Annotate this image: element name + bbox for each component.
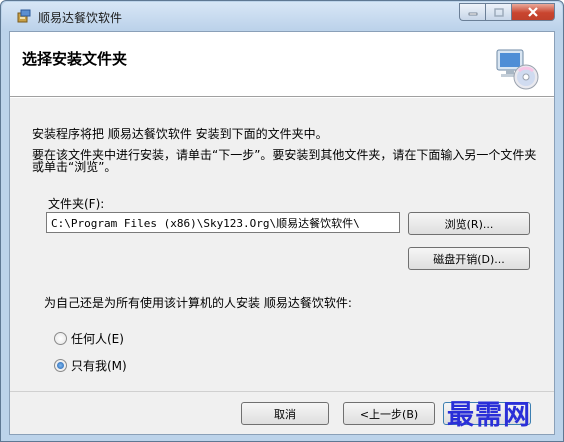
radio-everyone-label: 任何人(E) [71, 332, 124, 346]
header-divider [10, 97, 554, 98]
folder-label: 文件夹(F): [48, 197, 105, 211]
radio-everyone-indicator[interactable] [54, 332, 67, 345]
radio-just-me-indicator[interactable] [54, 359, 67, 372]
radio-just-me-label: 只有我(M) [71, 359, 127, 373]
radio-just-me[interactable]: 只有我(M) [54, 357, 127, 374]
dialog-client-area: 选择安装文件夹 安装程序将把 顺易达餐饮软件 安装到下面的文件夹中。 要在该文件… [9, 31, 555, 435]
intro-text-1: 安装程序将把 顺易达餐饮软件 安装到下面的文件夹中。 [32, 127, 328, 141]
title-bar[interactable]: 顺易达餐饮软件 [2, 2, 562, 30]
caption-buttons [459, 3, 555, 22]
computer-cd-icon [496, 49, 539, 90]
page-title: 选择安装文件夹 [22, 50, 128, 68]
intro-text-2: 要在该文件夹中进行安装，请单击“下一步”。要安装到其他文件夹，请在下面输入另一个… [32, 148, 537, 174]
watermark-text: 最需网 [447, 400, 531, 431]
cancel-button[interactable]: 取消 [241, 402, 329, 425]
radio-everyone[interactable]: 任何人(E) [54, 330, 124, 347]
install-scope-prompt: 为自己还是为所有使用该计算机的人安装 顺易达餐饮软件: [44, 296, 352, 310]
maximize-icon [493, 7, 504, 17]
folder-path-input[interactable]: C:\Program Files (x86)\Sky123.Org\顺易达餐饮软… [46, 212, 400, 233]
window-title: 顺易达餐饮软件 [38, 11, 123, 25]
installer-window: 顺易达餐饮软件 选择安装文件夹 安装程序将把 顺易达餐饮软件 安装到下面的文件夹… [0, 0, 564, 442]
wizard-header: 选择安装文件夹 [10, 32, 554, 97]
back-button[interactable]: <上一步(B) [343, 402, 435, 425]
footer-divider [10, 391, 554, 392]
maximize-button[interactable] [485, 3, 511, 21]
minimize-icon [468, 12, 477, 16]
disk-cost-button[interactable]: 磁盘开销(D)... [408, 247, 530, 270]
minimize-button[interactable] [459, 3, 485, 21]
installer-app-icon [17, 9, 31, 23]
close-button[interactable] [511, 3, 555, 21]
browse-button[interactable]: 浏览(R)... [408, 212, 530, 235]
close-icon [528, 7, 538, 17]
